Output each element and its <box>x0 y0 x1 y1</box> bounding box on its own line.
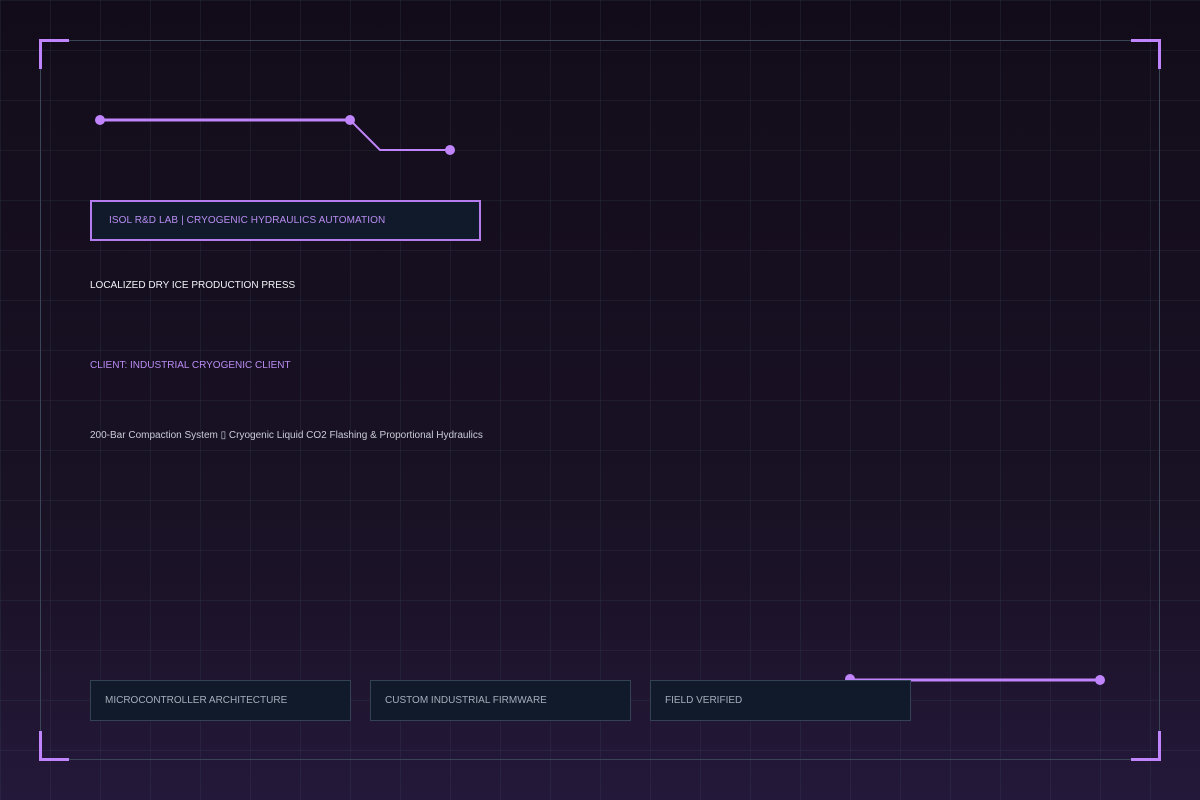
tag-custom-industrial-firmware: CUSTOM INDUSTRIAL FIRMWARE <box>370 680 631 721</box>
corner-bracket-top-right <box>1131 39 1161 69</box>
tag-field-verified: FIELD VERIFIED <box>650 680 911 721</box>
project-title: LOCALIZED DRY ICE PRODUCTION PRESS <box>90 280 296 291</box>
lab-header-label: ISOL R&D LAB | CRYOGENIC HYDRAULICS AUTO… <box>109 215 386 226</box>
project-description: 200-Bar Compaction System ▯ Cryogenic Li… <box>90 430 483 441</box>
corner-bracket-bottom-right <box>1131 731 1161 761</box>
lab-header-box: ISOL R&D LAB | CRYOGENIC HYDRAULICS AUTO… <box>90 200 481 241</box>
tag-label: CUSTOM INDUSTRIAL FIRMWARE <box>385 695 547 706</box>
corner-bracket-bottom-left <box>39 731 69 761</box>
corner-bracket-top-left <box>39 39 69 69</box>
tag-microcontroller-architecture: MICROCONTROLLER ARCHITECTURE <box>90 680 351 721</box>
client-label: CLIENT: INDUSTRIAL CRYOGENIC CLIENT <box>90 360 291 371</box>
outer-frame <box>40 40 1160 760</box>
tag-label: FIELD VERIFIED <box>665 695 743 706</box>
tag-label: MICROCONTROLLER ARCHITECTURE <box>105 695 288 706</box>
